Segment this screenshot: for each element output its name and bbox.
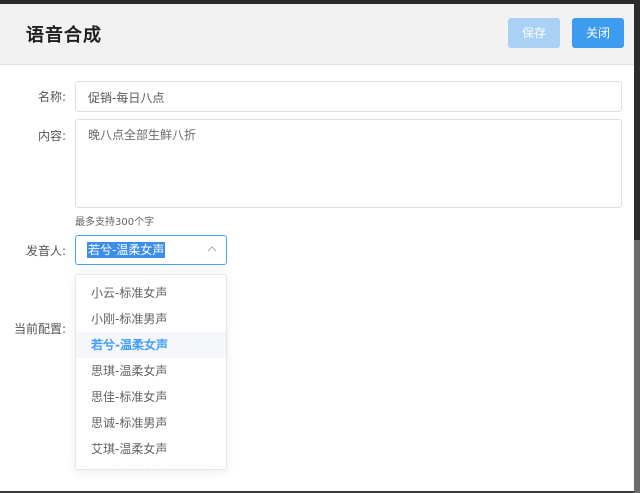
speaker-option-selected[interactable]: 若兮-温柔女声	[76, 332, 226, 358]
scroll-shade	[634, 4, 640, 240]
speaker-option[interactable]: 艾琪-温柔女声	[76, 436, 226, 462]
speech-synthesis-dialog: 语音合成 保存 关闭 名称: 促销-每日八点 内容: 晚八点全部生鲜八折 最多支…	[0, 4, 634, 491]
content-hint: 最多支持300个字	[75, 217, 155, 228]
window-right-edge	[634, 4, 640, 493]
speaker-option[interactable]: 思佳-标准女声	[76, 384, 226, 410]
speaker-dropdown: 小云-标准女声 小刚-标准男声 若兮-温柔女声 思琪-温柔女声 思佳-标准女声 …	[75, 274, 227, 470]
speaker-option[interactable]: 小云-标准女声	[76, 280, 226, 306]
save-button[interactable]: 保存	[508, 18, 560, 48]
speaker-option[interactable]: 艾佳-标准女声	[76, 462, 226, 469]
config-label: 当前配置:	[13, 322, 66, 336]
speaker-select-value: 若兮-温柔女声	[87, 242, 166, 258]
content-textarea[interactable]: 晚八点全部生鲜八折	[75, 119, 622, 208]
speaker-option[interactable]: 思诚-标准男声	[76, 410, 226, 436]
dialog-title: 语音合成	[26, 25, 102, 46]
speaker-option[interactable]: 小刚-标准男声	[76, 306, 226, 332]
chevron-up-icon	[207, 246, 217, 252]
name-label: 名称:	[37, 90, 66, 104]
close-button[interactable]: 关闭	[572, 18, 624, 48]
speaker-option[interactable]: 思琪-温柔女声	[76, 358, 226, 384]
content-label: 内容:	[37, 129, 66, 143]
speaker-label: 发音人:	[25, 244, 66, 258]
speaker-select[interactable]: 若兮-温柔女声	[75, 235, 227, 265]
dialog-header: 语音合成 保存 关闭	[0, 4, 634, 65]
name-field[interactable]: 促销-每日八点	[75, 81, 622, 112]
